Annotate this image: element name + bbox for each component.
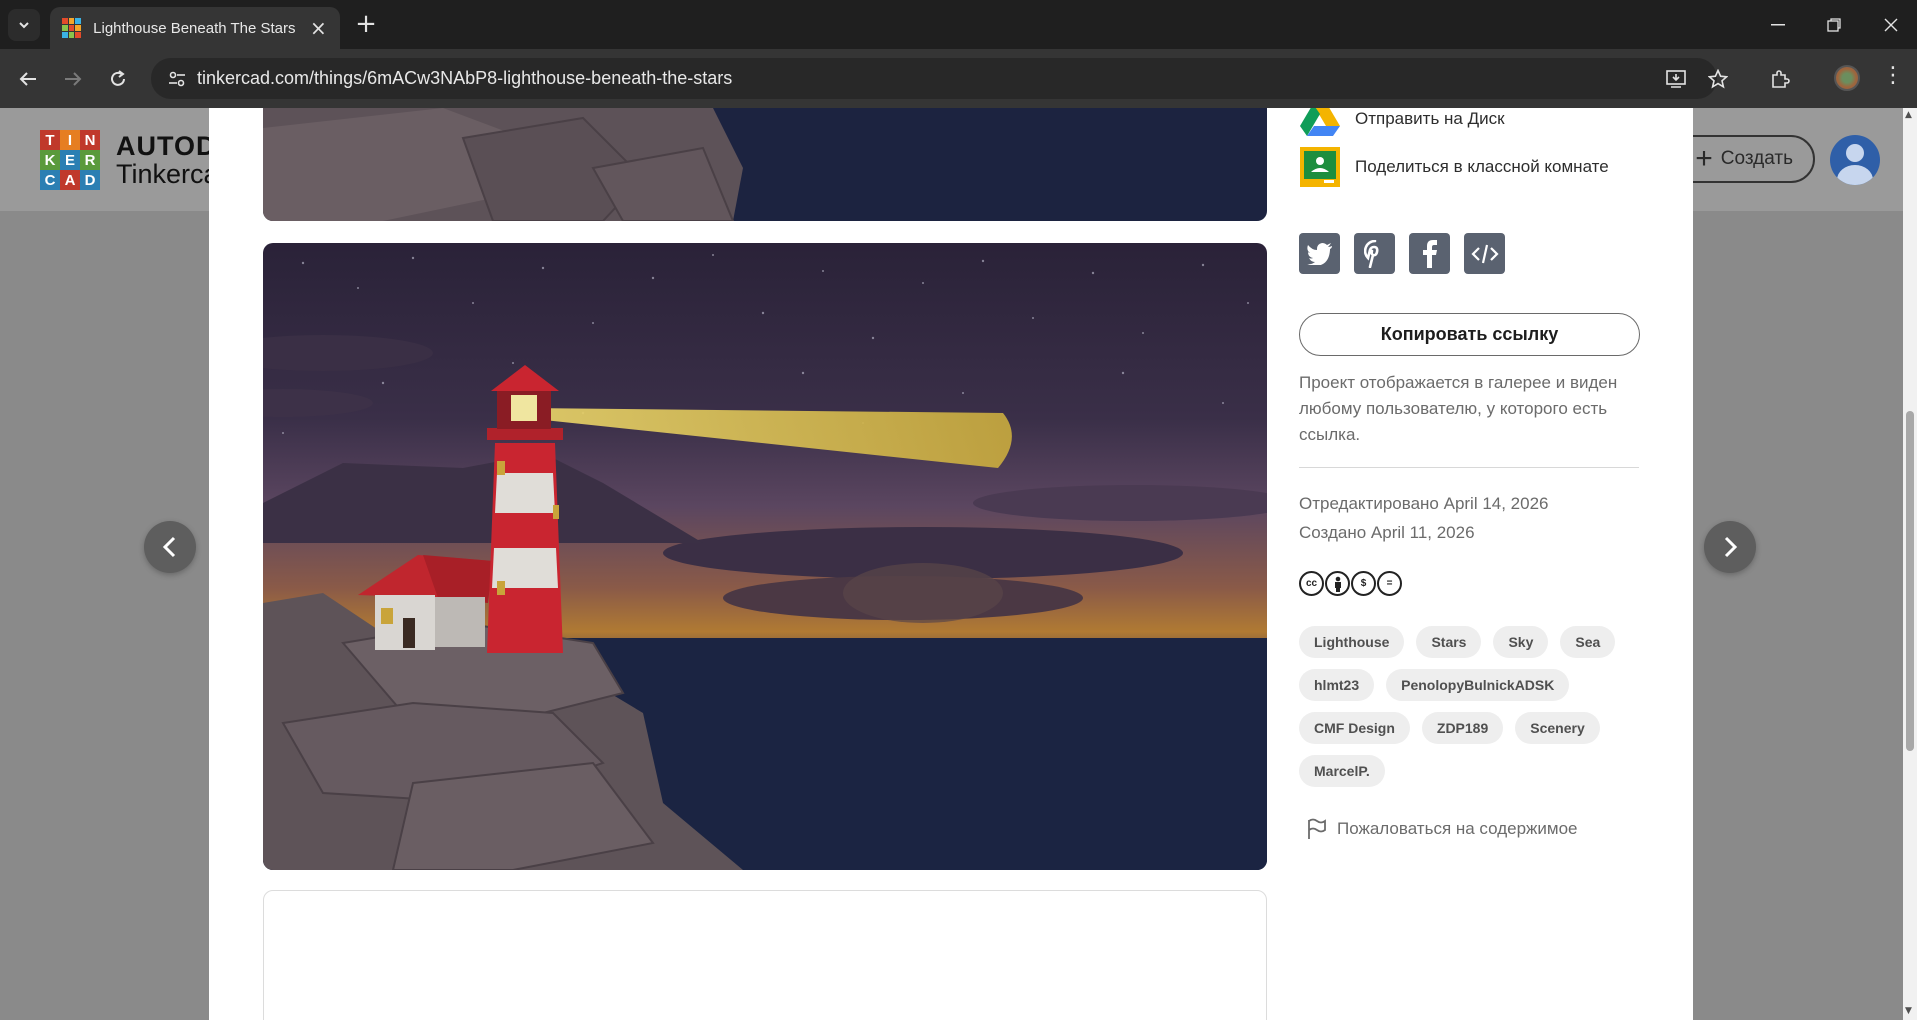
scrollbar-thumb[interactable] — [1906, 411, 1914, 751]
copy-link-button[interactable]: Копировать ссылку — [1299, 313, 1640, 356]
tag-chip[interactable]: Scenery — [1515, 712, 1600, 744]
tag-chip[interactable]: CMF Design — [1299, 712, 1410, 744]
brand-line-autodesk: AUTOD — [116, 131, 217, 161]
logo-letter: A — [60, 170, 80, 190]
logo-letter: R — [80, 150, 100, 170]
url-text: tinkercad.com/things/6mACw3NAbP8-lightho… — [197, 68, 733, 88]
install-app-icon[interactable] — [1661, 64, 1691, 94]
profile-avatar[interactable] — [1834, 65, 1860, 91]
tag-chip[interactable]: Sea — [1560, 626, 1616, 658]
logo-letter: K — [40, 150, 60, 170]
send-to-drive-label: Отправить на Диск — [1355, 109, 1505, 128]
social-share-row — [1299, 233, 1505, 274]
previous-image-button[interactable] — [144, 521, 196, 573]
scroll-down-icon[interactable]: ▼ — [1905, 1006, 1912, 1016]
flag-icon — [1308, 818, 1326, 839]
browser-menu-icon[interactable]: ⋮ — [1878, 63, 1908, 88]
report-label: Пожаловаться на содержимое — [1337, 819, 1578, 838]
tab-title: Lighthouse Beneath The Stars – — [93, 19, 299, 37]
tag-chip[interactable]: hlmt23 — [1299, 669, 1375, 701]
tag-chip[interactable]: MarcelP. — [1299, 755, 1385, 787]
logo-letter: N — [80, 130, 100, 150]
nc-icon: $ — [1351, 571, 1376, 596]
logo-letter: T — [40, 130, 60, 150]
tab-close-icon[interactable]: × — [309, 16, 328, 40]
extensions-puzzle-icon[interactable] — [1765, 64, 1795, 94]
brand-name[interactable]: AUTOD Tinkerca — [116, 132, 219, 188]
tinkercad-logo[interactable]: T I N K E R C A D — [40, 130, 100, 190]
tag-chip[interactable]: Stars — [1416, 626, 1482, 658]
logo-letter: D — [80, 170, 100, 190]
sidebar-divider — [1299, 467, 1639, 468]
bookmark-star-icon[interactable] — [1703, 64, 1733, 94]
tinkercad-favicon-icon — [62, 18, 82, 38]
share-classroom-label: Поделиться в классной комнате — [1355, 157, 1609, 176]
project-modal: Отправить на Диск Поделиться в классной … — [209, 108, 1693, 1020]
send-to-drive-link[interactable]: Отправить на Диск — [1299, 108, 1505, 140]
tag-chip[interactable]: Sky — [1493, 626, 1549, 658]
embed-code-icon[interactable] — [1464, 233, 1505, 274]
nd-icon: = — [1377, 571, 1402, 596]
browser-tab-strip: Lighthouse Beneath The Stars – × + — [0, 0, 1917, 49]
report-content-link[interactable]: Пожаловаться на содержимое — [1307, 818, 1578, 840]
back-arrow-icon[interactable] — [12, 63, 44, 95]
created-date: Создано April 11, 2026 — [1299, 523, 1475, 542]
active-tab[interactable]: Lighthouse Beneath The Stars – × — [50, 7, 340, 49]
project-image-main[interactable] — [263, 243, 1267, 870]
tab-search-chevron-icon[interactable] — [8, 9, 40, 41]
gallery-visibility-note: Проект отображается в галерее и виден лю… — [1299, 373, 1618, 444]
project-3d-viewer-frame[interactable] — [263, 890, 1267, 1020]
new-tab-plus-icon[interactable]: + — [352, 10, 380, 38]
project-dates: Отредактировано April 14, 2026 Создано A… — [1299, 489, 1549, 547]
twitter-icon[interactable] — [1299, 233, 1340, 274]
google-classroom-icon — [1299, 146, 1341, 188]
scroll-up-icon[interactable]: ▲ — [1905, 110, 1912, 120]
forward-arrow-icon[interactable] — [57, 63, 89, 95]
user-avatar[interactable] — [1830, 135, 1880, 185]
plus-icon: + — [1695, 142, 1713, 175]
share-classroom-link[interactable]: Поделиться в классной комнате — [1299, 146, 1609, 188]
pinterest-icon[interactable] — [1354, 233, 1395, 274]
tag-chip[interactable]: ZDP189 — [1421, 712, 1504, 744]
create-label: Создать — [1720, 148, 1793, 169]
by-icon — [1325, 571, 1350, 596]
address-bar[interactable]: tinkercad.com/things/6mACw3NAbP8-lightho… — [151, 58, 1728, 99]
google-drive-icon — [1299, 108, 1341, 140]
browser-toolbar: tinkercad.com/things/6mACw3NAbP8-lightho… — [0, 49, 1917, 108]
project-image-previous[interactable] — [263, 108, 1267, 221]
restore-icon[interactable] — [1819, 10, 1849, 40]
logo-letter: C — [40, 170, 60, 190]
page-viewport: T I N K E R C A D AUTOD Tinkerca + Созда… — [0, 108, 1917, 1020]
close-window-icon[interactable] — [1876, 10, 1906, 40]
facebook-icon[interactable] — [1409, 233, 1450, 274]
brand-line-tinkercad: Tinkerca — [116, 159, 219, 189]
tag-list: Lighthouse Stars Sky Sea hlmt23 Penolopy… — [1299, 626, 1659, 787]
creative-commons-license[interactable]: cc $ = — [1299, 571, 1402, 596]
site-info-icon[interactable] — [157, 71, 197, 87]
tag-chip[interactable]: PenolopyBulnickADSK — [1386, 669, 1570, 701]
reload-icon[interactable] — [102, 63, 134, 95]
minimize-icon[interactable] — [1763, 10, 1793, 40]
edited-date: Отредактировано April 14, 2026 — [1299, 494, 1549, 513]
page-scrollbar[interactable]: ▲ ▼ — [1903, 108, 1917, 1020]
logo-letter: E — [60, 150, 80, 170]
tag-chip[interactable]: Lighthouse — [1299, 626, 1405, 658]
logo-letter: I — [60, 130, 80, 150]
cc-icon: cc — [1299, 571, 1324, 596]
next-image-button[interactable] — [1704, 521, 1756, 573]
